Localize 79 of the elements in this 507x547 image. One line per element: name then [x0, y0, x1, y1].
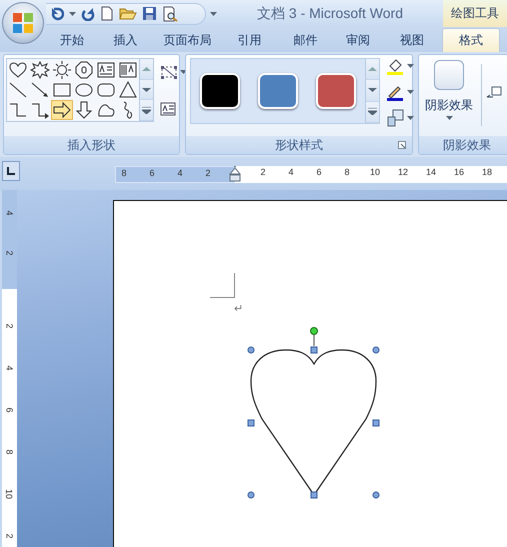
caret-icon[interactable]: [407, 64, 414, 68]
arrow-line-icon[interactable]: [30, 80, 50, 100]
more-icon[interactable]: [142, 106, 151, 114]
ruler-number: 10: [368, 166, 381, 179]
ruler-number: 2: [4, 250, 14, 256]
ruler-number: 8: [343, 166, 350, 179]
right-arrow-icon[interactable]: [52, 100, 72, 120]
dropdown-icon[interactable]: [69, 12, 76, 16]
ruler-number: 16: [452, 166, 465, 179]
ruler-number: 4: [4, 366, 14, 370]
window-title: 文档 3 - Microsoft Word: [256, 4, 404, 22]
caret-icon[interactable]: [407, 116, 414, 120]
group-label: 插入形状: [4, 136, 179, 154]
ruler-number: 2: [204, 167, 212, 180]
group-label: 形状样式: [186, 136, 412, 154]
ribbon-tab[interactable]: 插入: [96, 29, 155, 52]
ruler-number: 6: [315, 166, 322, 179]
edit-shape-icon[interactable]: [160, 64, 178, 80]
dialog-launcher-icon[interactable]: [398, 141, 406, 149]
more-icon[interactable]: [368, 108, 377, 116]
ruler-number: 2: [4, 324, 14, 328]
ribbon-tab[interactable]: 邮件: [279, 29, 332, 52]
ribbon-tab[interactable]: 审阅: [332, 29, 384, 52]
ruler-number: 4: [176, 167, 184, 180]
triangle-icon[interactable]: [118, 80, 138, 100]
ruler-number: 6: [148, 167, 156, 180]
office-logo-icon: [11, 11, 35, 35]
customize-icon[interactable]: [210, 12, 217, 16]
text-box-icon[interactable]: [160, 102, 176, 116]
ribbon-tab[interactable]: 开始: [48, 29, 96, 52]
group-label: 阴影效果: [419, 136, 507, 154]
paragraph-mark: ↵: [234, 302, 244, 315]
caret-icon[interactable]: [446, 116, 452, 120]
office-button[interactable]: [2, 2, 44, 44]
fill-bucket-icon[interactable]: [386, 57, 404, 75]
octagon-icon[interactable]: [74, 60, 94, 80]
ribbon-tab[interactable]: 格式: [442, 28, 500, 52]
ruler-number: 18: [480, 166, 493, 179]
shadow-effects-button[interactable]: 阴影效果: [421, 58, 477, 120]
style-swatch[interactable]: [316, 73, 356, 109]
ruler-number: 4: [4, 210, 14, 216]
ruler-number: 8: [4, 450, 14, 454]
ruler-number: 2: [259, 166, 266, 179]
tab-selector-button[interactable]: [2, 161, 20, 181]
style-swatch[interactable]: [200, 73, 240, 109]
indent-marker-icon[interactable]: [228, 166, 242, 183]
text-box-icon[interactable]: [96, 60, 116, 80]
ribbon-tab[interactable]: 视图: [384, 29, 440, 52]
nudge-shadow-icon[interactable]: [486, 86, 502, 100]
new-document-icon[interactable]: [100, 6, 114, 21]
save-icon[interactable]: [142, 6, 157, 21]
selected-heart-shape[interactable]: [248, 327, 380, 498]
ruler-number: 12: [396, 166, 409, 179]
redo-icon[interactable]: [81, 6, 95, 20]
vertical-text-box-icon[interactable]: [118, 60, 138, 80]
ruler-number: 4: [287, 166, 294, 179]
burst-icon[interactable]: [30, 60, 50, 80]
line-icon[interactable]: [8, 80, 28, 100]
style-swatch[interactable]: [258, 73, 298, 109]
ruler-number: 2: [4, 534, 14, 538]
ruler-number: 14: [424, 166, 437, 179]
ruler-number: 10: [4, 489, 14, 499]
ruler-number: 6: [4, 408, 14, 412]
heart-icon[interactable]: [8, 60, 28, 80]
scroll-down-icon[interactable]: [368, 87, 377, 94]
context-tab-title: 绘图工具: [443, 0, 507, 27]
down-arrow-icon[interactable]: [74, 100, 94, 120]
print-preview-icon[interactable]: [162, 6, 178, 22]
folder-icon[interactable]: [119, 6, 137, 21]
shape-effects-icon[interactable]: [386, 109, 404, 127]
ribbon-tab[interactable]: 引用: [220, 29, 279, 52]
sun-icon[interactable]: [52, 60, 72, 80]
margin-corner-mark: [210, 273, 235, 298]
ribbon-tab[interactable]: 页面布局: [155, 29, 220, 52]
ruler-number: 8: [120, 167, 128, 180]
left-tab-icon: [7, 167, 15, 175]
caret-icon[interactable]: [407, 90, 414, 94]
undo-icon[interactable]: [50, 6, 64, 20]
scroll-down-icon[interactable]: [142, 86, 151, 92]
